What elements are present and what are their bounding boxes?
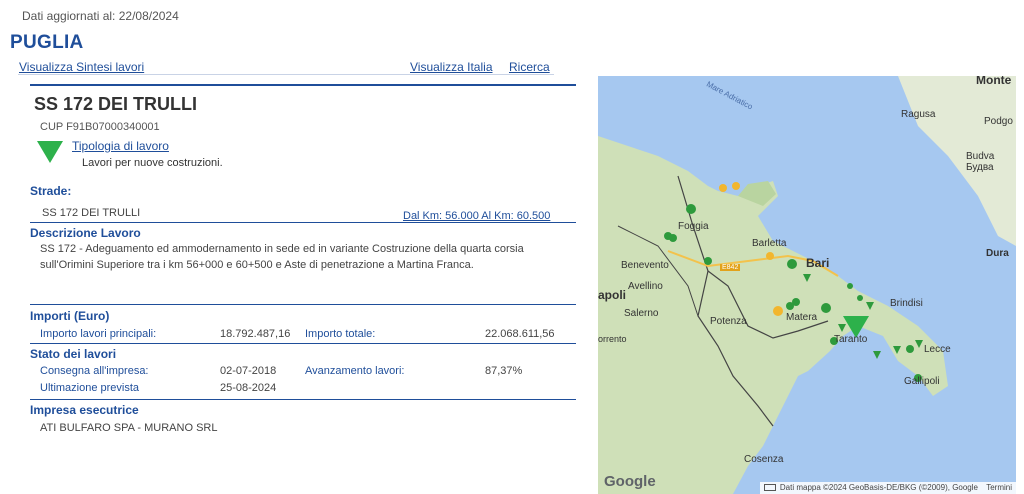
balkan-land bbox=[898, 76, 1016, 246]
work-title: SS 172 DEI TRULLI bbox=[34, 94, 198, 114]
label-avellino: Avellino bbox=[628, 281, 663, 292]
italia-link[interactable]: Visualizza Italia bbox=[410, 60, 493, 74]
descrizione-heading: Descrizione Lavoro bbox=[30, 226, 141, 240]
label-budva: Budva Будва bbox=[966, 151, 995, 173]
importo-totale-label: Importo totale: bbox=[305, 328, 376, 340]
label-podgo: Podgo bbox=[984, 116, 1013, 127]
label-ragusa: Ragusa bbox=[901, 109, 936, 120]
label-sorrento: orrento bbox=[598, 334, 627, 344]
region-title: PUGLIA bbox=[10, 32, 84, 53]
ultimazione-label: Ultimazione prevista bbox=[40, 382, 140, 394]
label-gallipoli: Gallipoli bbox=[904, 376, 940, 387]
label-e842: E842 bbox=[720, 264, 741, 271]
avanzamento-label: Avanzamento lavori: bbox=[305, 365, 405, 377]
map-attribution: Dati mappa ©2024 GeoBasis-DE/BKG (©2009)… bbox=[759, 482, 1016, 494]
label-napoli: apoli bbox=[598, 288, 627, 302]
attribution-text: Dati mappa ©2024 GeoBasis-DE/BKG (©2009)… bbox=[779, 483, 978, 492]
km-link[interactable]: Dal Km: 56.000 Al Km: 60.500 bbox=[403, 210, 550, 222]
keyboard-icon[interactable] bbox=[763, 484, 776, 492]
avanzamento-value: 87,37% bbox=[485, 365, 523, 377]
green-triangle-icon bbox=[37, 141, 63, 163]
label-cosenza: Cosenza bbox=[744, 454, 784, 465]
label-taranto: Taranto bbox=[834, 334, 868, 345]
label-salerno: Salerno bbox=[624, 308, 659, 319]
impresa-heading: Impresa esecutrice bbox=[30, 403, 139, 417]
ricerca-link[interactable]: Ricerca bbox=[509, 60, 550, 74]
importo-totale-value: 22.068.611,56 bbox=[485, 328, 555, 340]
label-barletta: Barletta bbox=[752, 238, 787, 249]
strade-name: SS 172 DEI TRULLI bbox=[42, 207, 141, 219]
descrizione-divider bbox=[30, 304, 576, 305]
label-montenegro: Monte bbox=[976, 76, 1012, 87]
impresa-name: ATI BULFARO SPA - MURANO SRL bbox=[40, 422, 218, 434]
importi-heading: Importi (Euro) bbox=[30, 309, 110, 323]
google-logo: Google bbox=[604, 473, 656, 490]
label-durazzo: Dura bbox=[986, 248, 1009, 259]
map-view[interactable]: Monte Ragusa Podgo Budva Будва Dura Mare… bbox=[598, 76, 1016, 494]
strade-divider bbox=[30, 222, 576, 223]
consegna-value: 02-07-2018 bbox=[220, 365, 277, 377]
ultimazione-value: 25-08-2024 bbox=[220, 382, 277, 394]
strade-heading: Strade: bbox=[30, 184, 72, 198]
descrizione-text: SS 172 - Adeguamento ed ammodernamento i… bbox=[40, 243, 524, 271]
sintesi-link[interactable]: Visualizza Sintesi lavori bbox=[19, 60, 144, 74]
label-lecce: Lecce bbox=[924, 344, 951, 355]
terms-link[interactable]: Termini bbox=[986, 483, 1012, 492]
stato-divider bbox=[30, 399, 576, 400]
label-brindisi: Brindisi bbox=[890, 298, 923, 309]
label-potenza: Potenza bbox=[710, 316, 747, 327]
consegna-label: Consegna all'impresa: bbox=[40, 365, 149, 377]
tipologia-value: Lavori per nuove costruzioni. bbox=[82, 157, 223, 169]
work-panel: SS 172 DEI TRULLI CUP F91B07000340001 Ti… bbox=[30, 84, 576, 434]
top-divider bbox=[18, 74, 554, 75]
stato-heading: Stato dei lavori bbox=[30, 347, 117, 361]
label-benevento: Benevento bbox=[621, 260, 669, 271]
label-bari: Bari bbox=[806, 256, 830, 270]
label-foggia: Foggia bbox=[678, 221, 709, 232]
importo-principali-value: 18.792.487,16 bbox=[220, 328, 291, 340]
updated-date: Dati aggiornati al: 22/08/2024 bbox=[22, 9, 179, 23]
label-matera: Matera bbox=[786, 312, 818, 323]
cup-code: CUP F91B07000340001 bbox=[40, 121, 160, 133]
importo-principali-label: Importo lavori principali: bbox=[40, 328, 157, 340]
tipologia-link[interactable]: Tipologia di lavoro bbox=[72, 139, 169, 153]
importi-divider bbox=[30, 343, 576, 344]
